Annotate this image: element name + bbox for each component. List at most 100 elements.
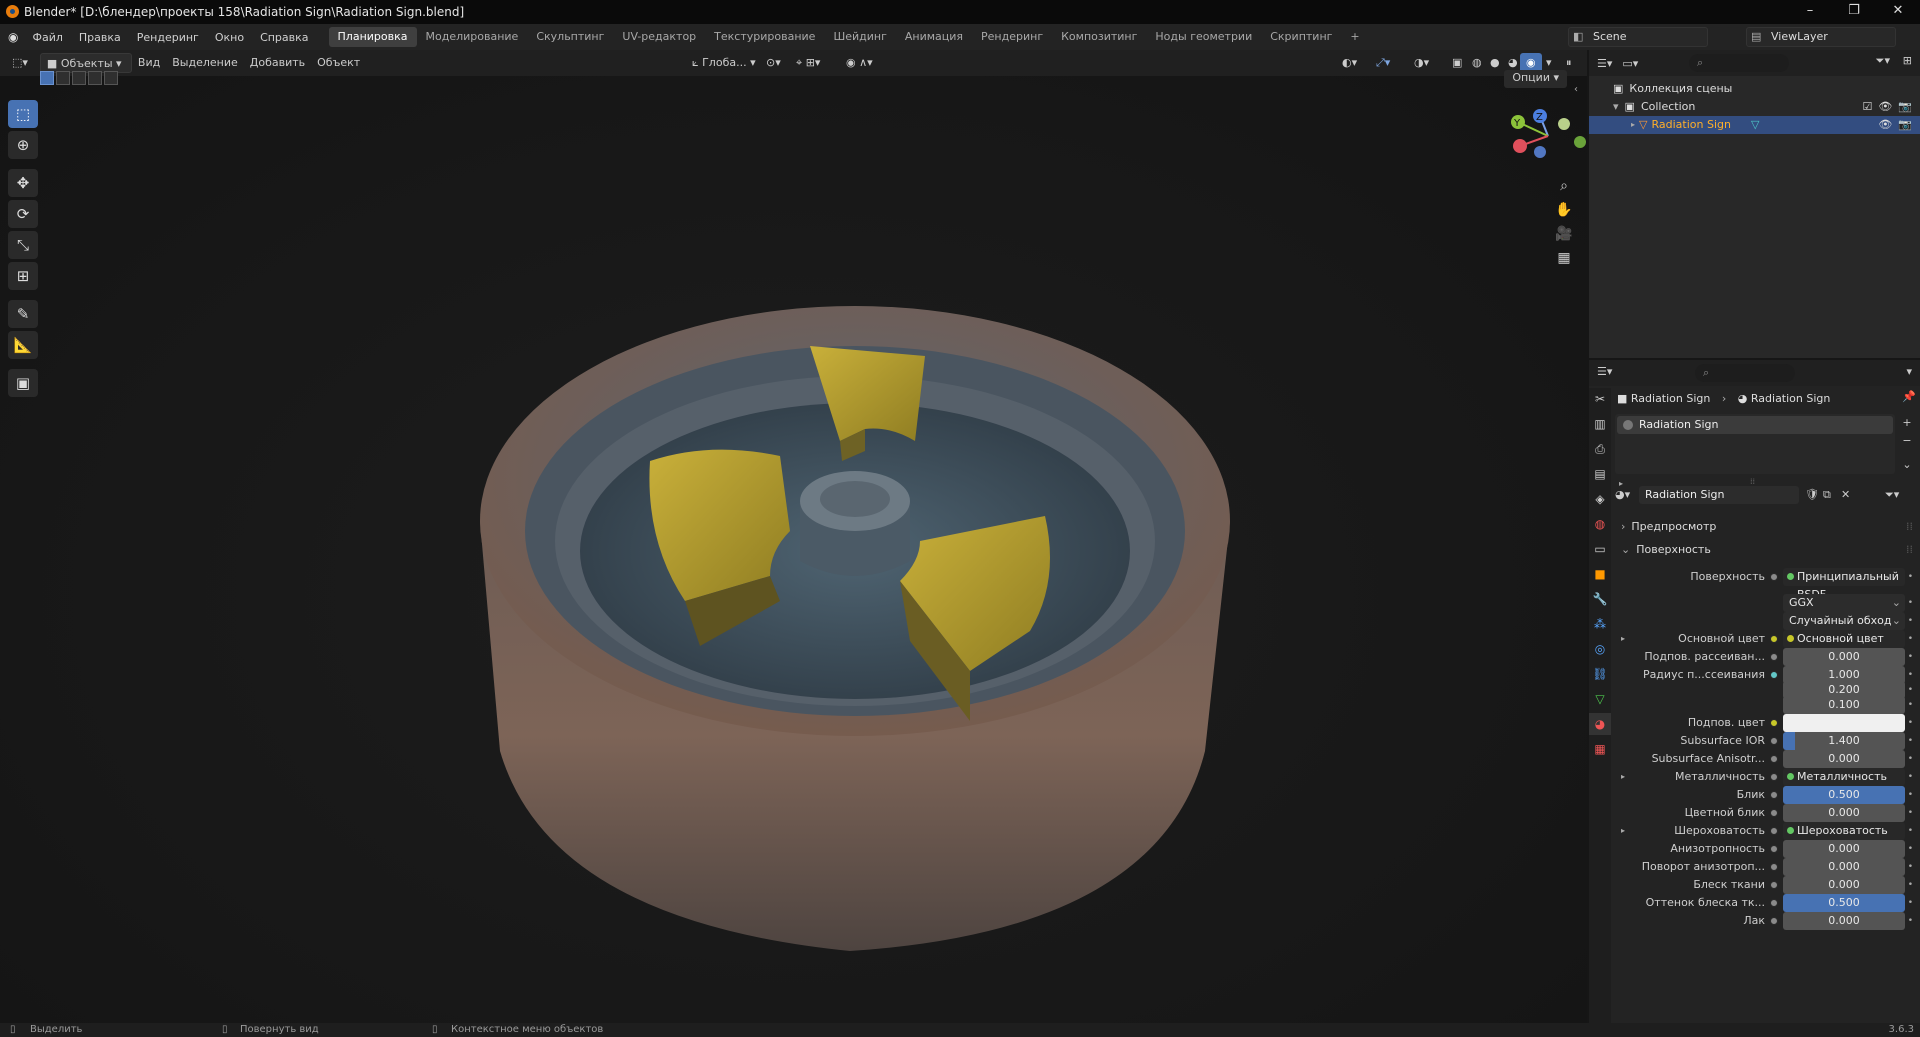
outliner-row-radiation-sign[interactable]: ▸ ▽ Radiation Sign ▽ 👁 📷 xyxy=(1589,116,1920,134)
filter-icon[interactable]: ⏷▾ xyxy=(1876,54,1890,68)
keyframe-dot-icon[interactable]: • xyxy=(1908,568,1913,586)
maximize-button[interactable]: ❐ xyxy=(1832,0,1876,24)
view-layer-tab-icon[interactable]: ▤ xyxy=(1589,463,1611,485)
scale-tool-icon[interactable]: ⤡ xyxy=(8,231,38,259)
proportional-edit-icon[interactable]: ◉ ∧▾ xyxy=(840,53,879,73)
keyframe-dot-icon[interactable]: • xyxy=(1908,858,1913,876)
drag-handle-icon[interactable]: ⁞⁞ xyxy=(1906,518,1913,536)
tab-modeling[interactable]: Моделирование xyxy=(417,27,528,47)
keyframe-dot-icon[interactable]: • xyxy=(1908,804,1913,822)
properties-editor-type-icon[interactable]: ☰▾ xyxy=(1597,365,1612,378)
property-value-field[interactable]: 0.000 xyxy=(1783,648,1905,666)
tab-shading[interactable]: Шейдинг xyxy=(824,27,895,47)
tab-layout[interactable]: Планировка xyxy=(328,27,417,47)
menu-view[interactable]: Вид xyxy=(132,53,166,73)
expand-arrow-icon[interactable]: ▸ xyxy=(1621,630,1625,648)
scene-selector[interactable]: Scene ◧ xyxy=(1568,27,1708,47)
unlink-material-icon[interactable]: ✕ xyxy=(1841,488,1850,501)
socket-icon[interactable] xyxy=(1770,863,1778,871)
properties-options-icon[interactable]: ▾ xyxy=(1906,365,1912,378)
property-value-field[interactable]: 0.500 xyxy=(1783,786,1905,804)
menu-render[interactable]: Рендеринг xyxy=(129,31,207,44)
socket-icon[interactable] xyxy=(1770,845,1778,853)
expand-arrow-icon[interactable]: ▸ xyxy=(1631,116,1635,134)
object-tab-icon[interactable]: ■ xyxy=(1589,563,1611,585)
tab-animation[interactable]: Анимация xyxy=(896,27,972,47)
outliner-search-input[interactable]: ⌕ xyxy=(1689,54,1789,72)
pivot-icon[interactable]: ⊙▾ xyxy=(760,53,787,73)
tab-texture-paint[interactable]: Текстурирование xyxy=(705,27,824,47)
property-value-field[interactable]: 0.000 xyxy=(1783,804,1905,822)
tab-scripting[interactable]: Скриптинг xyxy=(1261,27,1341,47)
gizmo-neg-x[interactable] xyxy=(1558,118,1570,130)
gizmo-neg-y[interactable] xyxy=(1574,136,1586,148)
select-invert-icon[interactable] xyxy=(88,71,102,85)
material-slot-item[interactable]: Radiation Sign xyxy=(1617,416,1893,434)
tab-uv-editing[interactable]: UV-редактор xyxy=(613,27,705,47)
keyframe-dot-icon[interactable]: • xyxy=(1908,768,1913,786)
keyframe-dot-icon[interactable]: • xyxy=(1908,612,1913,630)
new-collection-icon[interactable]: ⊞ xyxy=(1903,54,1912,67)
radiation-sign-model[interactable] xyxy=(470,301,1250,991)
tab-geometry-nodes[interactable]: Ноды геометрии xyxy=(1146,27,1261,47)
remove-slot-button[interactable]: − xyxy=(1898,432,1916,450)
duplicate-material-icon[interactable]: ⧉ xyxy=(1823,488,1831,502)
property-value-field[interactable]: Шероховатость xyxy=(1783,822,1905,840)
material-name-field[interactable]: Radiation Sign xyxy=(1639,486,1799,504)
property-value-field[interactable]: 0.100 xyxy=(1783,696,1905,714)
add-cube-tool-icon[interactable]: ▣ xyxy=(8,369,38,397)
menu-edit[interactable]: Правка xyxy=(71,31,129,44)
rotate-tool-icon[interactable]: ⟳ xyxy=(8,200,38,228)
select-subtract-icon[interactable] xyxy=(72,71,86,85)
tab-compositing[interactable]: Композитинг xyxy=(1052,27,1146,47)
overlay-toggle-icon[interactable]: ◑▾ xyxy=(1408,53,1435,73)
socket-icon[interactable] xyxy=(1770,755,1778,763)
socket-icon[interactable] xyxy=(1770,737,1778,745)
snap-icon[interactable]: ⌖ ⊞▾ xyxy=(790,53,826,73)
mesh-data-icon[interactable]: ▽ xyxy=(1751,116,1759,134)
property-value-field[interactable]: 0.000 xyxy=(1783,858,1905,876)
keyframe-dot-icon[interactable]: • xyxy=(1908,594,1913,612)
gizmo-toggle-icon[interactable]: ⤢▾ xyxy=(1370,53,1396,73)
display-mode-icon[interactable]: ▭▾ xyxy=(1622,57,1638,70)
keyframe-dot-icon[interactable]: • xyxy=(1908,840,1913,858)
socket-icon[interactable] xyxy=(1770,653,1778,661)
expand-arrow-icon[interactable]: ▸ xyxy=(1621,768,1625,786)
data-tab-icon[interactable]: ▽ xyxy=(1589,688,1611,710)
select-box-tool-icon[interactable]: ⬚ xyxy=(8,100,38,128)
pin-icon[interactable]: 📌 xyxy=(1902,390,1916,403)
keyframe-dot-icon[interactable]: • xyxy=(1908,876,1913,894)
collection-tab-icon[interactable]: ▭ xyxy=(1589,538,1611,560)
socket-icon[interactable] xyxy=(1770,809,1778,817)
keyframe-dot-icon[interactable]: • xyxy=(1908,696,1913,714)
fake-user-icon[interactable]: 🛡 xyxy=(1805,488,1819,501)
particles-tab-icon[interactable]: ⁂ xyxy=(1589,613,1611,635)
menu-file[interactable]: Файл xyxy=(24,31,70,44)
keyframe-dot-icon[interactable]: • xyxy=(1908,714,1913,732)
properties-search-input[interactable]: ⌕ xyxy=(1695,364,1795,382)
keyframe-dot-icon[interactable]: • xyxy=(1908,630,1913,648)
socket-icon[interactable] xyxy=(1770,573,1778,581)
property-value-field[interactable] xyxy=(1783,714,1905,732)
move-tool-icon[interactable]: ✥ xyxy=(8,169,38,197)
orientation-dropdown[interactable]: ⟀ Глоба... ▾ xyxy=(686,53,762,73)
eye-icon[interactable]: 👁 xyxy=(1878,98,1892,116)
socket-icon[interactable] xyxy=(1770,917,1778,925)
physics-tab-icon[interactable]: ◎ xyxy=(1589,638,1611,660)
expand-arrow-icon[interactable]: ▾ xyxy=(1613,98,1619,116)
gizmo-x-axis[interactable] xyxy=(1513,139,1527,153)
3d-viewport[interactable]: Опции ▾ ⬚ ⊕ ✥ ⟳ ⤡ ⊞ ✎ 📐 ▣ Z Y ‹ ⌕ ✋ 🎥 ▦ xyxy=(0,70,1590,1023)
eye-icon[interactable]: 👁 xyxy=(1878,116,1892,134)
keyframe-dot-icon[interactable]: • xyxy=(1908,732,1913,750)
visibility-icon[interactable]: ◐▾ xyxy=(1336,53,1363,73)
property-value-field[interactable]: 0.000 xyxy=(1783,750,1905,768)
menu-help[interactable]: Справка xyxy=(252,31,316,44)
navigation-gizmo[interactable]: Z Y xyxy=(1500,104,1590,164)
socket-icon[interactable] xyxy=(1770,671,1778,679)
expand-arrow-icon[interactable]: ▸ xyxy=(1621,822,1625,840)
property-value-field[interactable]: 0.500 xyxy=(1783,894,1905,912)
material-tab-icon[interactable]: ◕ xyxy=(1589,713,1611,735)
property-value-field[interactable]: ⌄ Случайный обход xyxy=(1783,612,1905,630)
zoom-icon[interactable]: ⌕ xyxy=(1552,174,1576,198)
slot-menu-button[interactable]: ⌄ xyxy=(1898,456,1916,474)
